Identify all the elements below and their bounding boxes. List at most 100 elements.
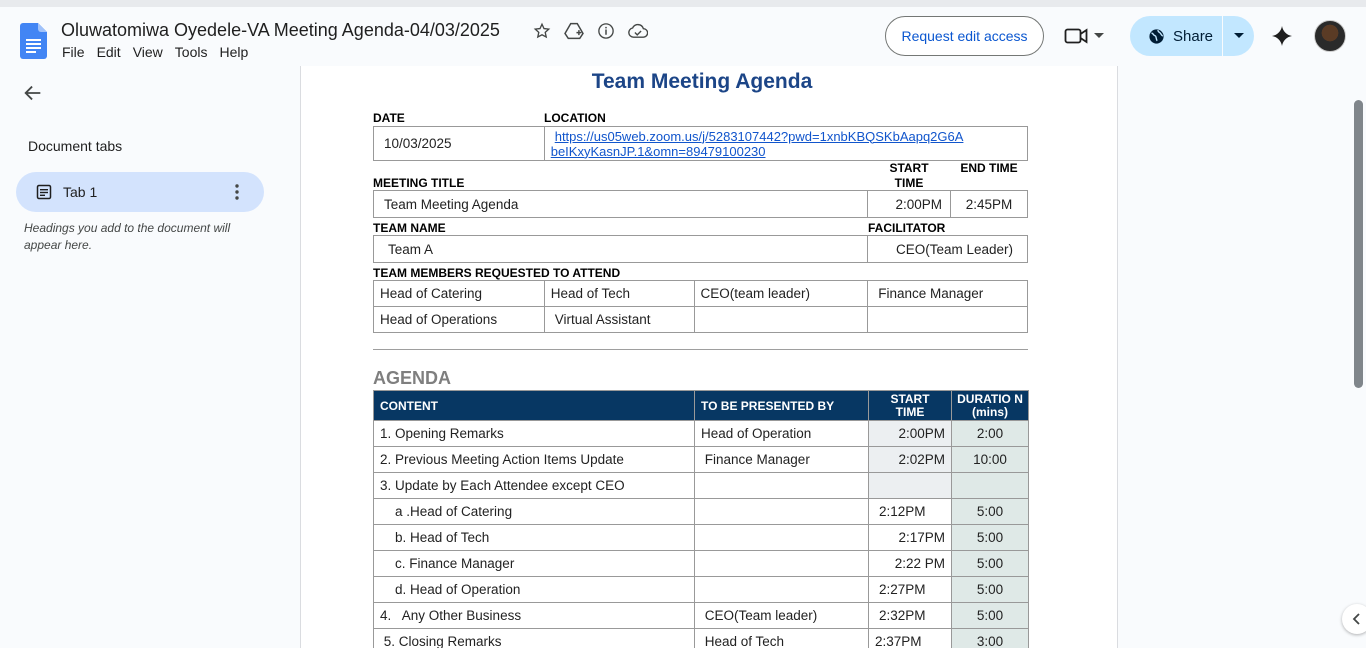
member-cell: Head of Tech [543, 280, 695, 307]
back-arrow-icon[interactable] [22, 82, 44, 104]
agenda-content: c. Finance Manager [373, 550, 695, 577]
team-name-table: Team A CEO(Team Leader) [372, 235, 1028, 263]
chevron-down-icon [1233, 33, 1244, 38]
docs-logo-icon[interactable] [20, 23, 47, 59]
side-panel-toggle[interactable] [1342, 604, 1366, 634]
menu-help[interactable]: Help [213, 44, 254, 60]
agenda-start: 2:02PM [868, 446, 952, 473]
account-avatar[interactable] [1314, 20, 1346, 52]
member-cell [867, 306, 1028, 333]
table-row: 1. Opening Remarks Head of Operation 2:0… [373, 420, 1029, 447]
menu-edit[interactable]: Edit [91, 44, 127, 60]
agenda-presenter [694, 524, 869, 551]
tab-label: Tab 1 [63, 184, 98, 200]
facilitator-value: CEO(Team Leader) [867, 235, 1028, 263]
member-cell: CEO(team leader) [693, 280, 869, 307]
meeting-title-value: Team Meeting Agenda [372, 190, 869, 218]
move-to-drive-icon[interactable] [564, 21, 584, 41]
agenda-header-row: CONTENT TO BE PRESENTED BY START TIME DU… [373, 390, 1029, 421]
agenda-duration: 2:00 [951, 420, 1029, 447]
star-icon[interactable] [532, 21, 552, 41]
agenda-content: 1. Opening Remarks [373, 420, 695, 447]
scrollbar-thumb[interactable] [1354, 100, 1363, 388]
location-link-line1[interactable]: https://us05web.zoom.us/j/5283107442?pwd… [551, 129, 1021, 144]
agenda-duration: 5:00 [951, 524, 1029, 551]
agenda-start: 2:22 PM [868, 550, 952, 577]
agenda-start: 2:37PM [868, 628, 952, 648]
more-vert-icon[interactable] [230, 182, 244, 202]
agenda-content: a .Head of Catering [373, 498, 695, 525]
chevron-left-icon [1352, 613, 1360, 625]
date-label: DATE [373, 111, 405, 125]
start-time-label: START TIME [889, 161, 929, 190]
header-duration: DURATIO N(mins) [951, 390, 1029, 421]
member-cell: Finance Manager [867, 280, 1028, 307]
share-dropdown-button[interactable] [1223, 33, 1254, 39]
end-time-value: 2:45PM [950, 190, 1028, 218]
agenda-start: 2:32PM [868, 602, 952, 629]
table-row: 3. Update by Each Attendee except CEO [373, 472, 1029, 499]
document-tabs-heading: Document tabs [28, 138, 123, 154]
video-camera-icon [1064, 28, 1088, 44]
start-time-value: 2:00PM [867, 190, 952, 218]
agenda-presenter: Finance Manager [694, 446, 869, 473]
agenda-duration: 10:00 [951, 446, 1029, 473]
agenda-duration: 5:00 [951, 550, 1029, 577]
agenda-duration [951, 472, 1029, 499]
menu-bar: File Edit View Tools Help [56, 44, 254, 60]
table-row: Head of Operations Virtual Assistant [373, 306, 1028, 333]
meet-button[interactable] [1064, 24, 1112, 48]
agenda-duration: 5:00 [951, 498, 1029, 525]
table-row: d. Head of Operation 2:27PM 5:00 [373, 576, 1029, 603]
table-row: 4. Any Other Business CEO(Team leader) 2… [373, 602, 1029, 629]
end-time-label: END TIME [960, 161, 1018, 175]
globe-icon [1149, 28, 1164, 44]
table-row: Head of Catering Head of Tech CEO(team l… [373, 280, 1028, 307]
team-name-label: TEAM NAME [373, 221, 446, 235]
agenda-content: 4. Any Other Business [373, 602, 695, 629]
share-button[interactable]: Share [1130, 16, 1222, 56]
agenda-presenter [694, 550, 869, 577]
agenda-content: 3. Update by Each Attendee except CEO [373, 472, 695, 499]
divider [373, 349, 1028, 350]
location-link-line2[interactable]: beIKxyKasnJP.1&omn=89479100230 [551, 144, 1021, 159]
menu-file[interactable]: File [56, 44, 91, 60]
document-page[interactable]: Team Meeting Agenda DATE LOCATION 10/03/… [300, 66, 1118, 648]
header-start-time: START TIME [868, 390, 952, 421]
table-row: 5. Closing Remarks Head of Tech 2:37PM 3… [373, 628, 1029, 648]
agenda-presenter: Head of Operation [694, 420, 869, 447]
team-name-value: Team A [372, 235, 869, 263]
agenda-content: d. Head of Operation [373, 576, 695, 603]
date-location-table: 10/03/2025 https://us05web.zoom.us/j/528… [373, 126, 1029, 161]
agenda-content: 2. Previous Meeting Action Items Update [373, 446, 695, 473]
document-tab-icon [36, 184, 52, 200]
cloud-saved-icon[interactable] [628, 21, 648, 41]
date-value: 10/03/2025 [373, 126, 545, 161]
team-members-table: Head of Catering Head of Tech CEO(team l… [373, 280, 1028, 333]
member-cell: Head of Operations [373, 306, 545, 333]
agenda-duration: 3:00 [951, 628, 1029, 648]
agenda-presenter [694, 576, 869, 603]
table-row: c. Finance Manager 2:22 PM 5:00 [373, 550, 1029, 577]
document-title[interactable]: Oluwatomiwa Oyedele-VA Meeting Agenda-04… [61, 20, 500, 41]
agenda-table: CONTENT TO BE PRESENTED BY START TIME DU… [373, 390, 1029, 648]
agenda-start: 2:27PM [868, 576, 952, 603]
request-edit-access-button[interactable]: Request edit access [885, 16, 1044, 56]
tab-1[interactable]: Tab 1 [16, 172, 264, 212]
member-cell: Virtual Assistant [543, 306, 695, 333]
agenda-duration: 5:00 [951, 576, 1029, 603]
member-cell [693, 306, 869, 333]
gemini-sparkle-icon[interactable] [1270, 24, 1294, 48]
agenda-presenter: Head of Tech [694, 628, 869, 648]
facilitator-label: FACILITATOR [868, 221, 946, 235]
table-row: b. Head of Tech 2:17PM 5:00 [373, 524, 1029, 551]
location-link[interactable]: https://us05web.zoom.us/j/5283107442?pwd… [543, 126, 1029, 161]
agenda-start: 2:00PM [868, 420, 952, 447]
share-label: Share [1173, 27, 1214, 45]
meeting-title-table: Team Meeting Agenda 2:00PM 2:45PM [372, 190, 1028, 218]
table-row: 2. Previous Meeting Action Items Update … [373, 446, 1029, 473]
top-bar: Oluwatomiwa Oyedele-VA Meeting Agenda-04… [0, 0, 1366, 66]
menu-view[interactable]: View [127, 44, 169, 60]
info-icon[interactable] [596, 21, 616, 41]
menu-tools[interactable]: Tools [169, 44, 214, 60]
